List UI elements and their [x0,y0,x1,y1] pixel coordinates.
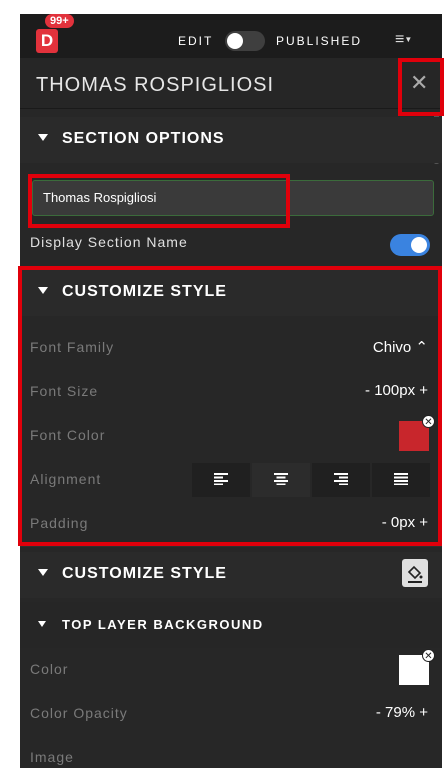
caret-down-icon [38,569,48,576]
published-label: PUBLISHED [276,34,363,48]
chevron-down-icon: ▼ [404,35,413,44]
color-opacity-label: Color Opacity [30,705,128,721]
paint-bucket-icon[interactable] [402,559,428,587]
align-left-icon [214,473,228,485]
clear-icon[interactable]: ✕ [422,415,435,428]
customize-style-header-2[interactable]: CUSTOMIZE STYLE [20,552,442,598]
font-family-select[interactable]: Chivo ⌃ [373,338,428,356]
color-swatch[interactable]: ✕ [399,649,435,685]
color-opacity-row: Color Opacity - 79% + [20,692,442,737]
align-right-icon [334,473,348,485]
display-section-name-toggle[interactable] [390,234,430,256]
section-name-input[interactable]: Thomas Rospigliosi [32,180,434,216]
alignment-label: Alignment [30,471,102,487]
section-options-label: SECTION OPTIONS [62,130,225,147]
editor-panel: D 99+ EDIT PUBLISHED ≡▼ THOMAS ROSPIGLIO… [20,14,442,768]
caret-down-icon [38,134,48,141]
align-justify-icon [394,473,408,485]
color-label: Color [30,661,69,677]
panel-title-bar: THOMAS ROSPIGLIOSI ✕ [20,58,442,109]
font-size-stepper[interactable]: - 100px + [365,382,428,399]
font-color-row: Font Color ✕ [20,414,442,459]
customize-style-label-2: CUSTOMIZE STYLE [62,565,227,582]
paint-bucket-glyph [407,565,423,583]
alignment-row: Alignment [20,458,442,503]
align-center-button[interactable] [252,463,310,497]
customize-style-header[interactable]: CUSTOMIZE STYLE [20,270,442,316]
font-color-label: Font Color [30,427,106,443]
toggle-knob [227,33,243,49]
app-logo[interactable]: D [36,29,58,53]
customize-style-label: CUSTOMIZE STYLE [62,283,227,300]
display-section-name-row: Display Section Name [20,220,442,268]
page-title: THOMAS ROSPIGLIOSI [36,74,275,96]
edit-label: EDIT [178,34,214,48]
toggle-knob [411,237,427,253]
align-left-button[interactable] [192,463,250,497]
display-section-name-label: Display Section Name [30,234,188,250]
font-size-label: Font Size [30,383,99,399]
caret-down-icon [38,621,46,627]
align-justify-button[interactable] [372,463,430,497]
clear-icon[interactable]: ✕ [422,649,435,662]
color-row: Color ✕ [20,648,442,693]
align-right-button[interactable] [312,463,370,497]
padding-label: Padding [30,515,89,531]
color-opacity-stepper[interactable]: - 79% + [376,704,428,721]
image-row: Image [20,736,442,768]
section-options-header[interactable]: SECTION OPTIONS [20,117,442,163]
font-family-label: Font Family [30,339,115,355]
top-bar: D 99+ EDIT PUBLISHED ≡▼ [20,14,442,58]
font-color-swatch[interactable]: ✕ [399,415,435,451]
hamburger-icon[interactable]: ≡▼ [395,32,412,48]
edit-published-toggle[interactable] [225,31,265,51]
top-layer-background-label: TOP LAYER BACKGROUND [62,617,264,632]
image-label: Image [30,749,74,765]
notification-badge: 99+ [45,14,74,28]
font-size-row: Font Size - 100px + [20,370,442,415]
font-family-row[interactable]: Font Family Chivo ⌃ [20,326,442,371]
caret-down-icon [38,287,48,294]
padding-row: Padding - 0px + [20,502,442,547]
padding-stepper[interactable]: - 0px + [382,514,428,531]
align-center-icon [274,473,288,485]
top-layer-background-header[interactable]: TOP LAYER BACKGROUND [20,602,442,648]
alignment-buttons [192,463,432,497]
close-icon[interactable]: ✕ [410,72,428,94]
